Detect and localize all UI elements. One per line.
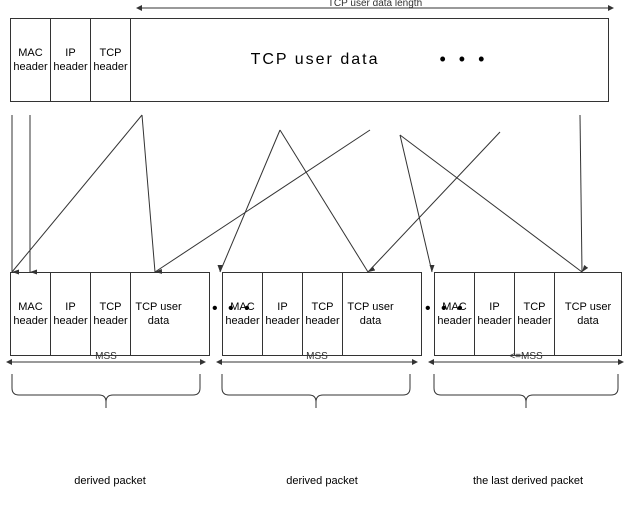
derived-label-1: derived packet [10,475,210,487]
tcp-user-data-length-label: TCP user data length [328,0,422,9]
bottom3-ip-header: IP header [475,273,515,355]
top-tcp-user-data: TCP user data • • • [131,19,608,101]
bottom3-mac-header: MAC header [435,273,475,355]
bottom2-ip-header: IP header [263,273,303,355]
derived-label-2: derived packet [222,475,422,487]
bottom3-tcp-header: TCP header [515,273,555,355]
bottom3-tcp-user-data: TCP user data [555,273,621,355]
bottom1-tcp-user-data: TCP user data [131,273,186,355]
bottom2-mac-header: MAC header [223,273,263,355]
top-packet: MAC header IP header TCP header TCP user… [10,18,609,102]
bottom-packet-1: MAC header IP header TCP header TCP user… [10,272,210,356]
bottom2-tcp-user-data: TCP user data [343,273,398,355]
bottom1-tcp-header: TCP header [91,273,131,355]
derived-label-3: the last derived packet [434,475,622,487]
top-tcp-header: TCP header [91,19,131,101]
bottom1-ip-header: IP header [51,273,91,355]
diagram-container: TCP user data length [0,0,629,506]
bottom2-tcp-header: TCP header [303,273,343,355]
top-ip-header: IP header [51,19,91,101]
bottom1-mac-header: MAC header [11,273,51,355]
bottom-packet-3: MAC header IP header TCP header TCP user… [434,272,622,356]
top-mac-header: MAC header [11,19,51,101]
bottom-packet-2: MAC header IP header TCP header TCP user… [222,272,422,356]
